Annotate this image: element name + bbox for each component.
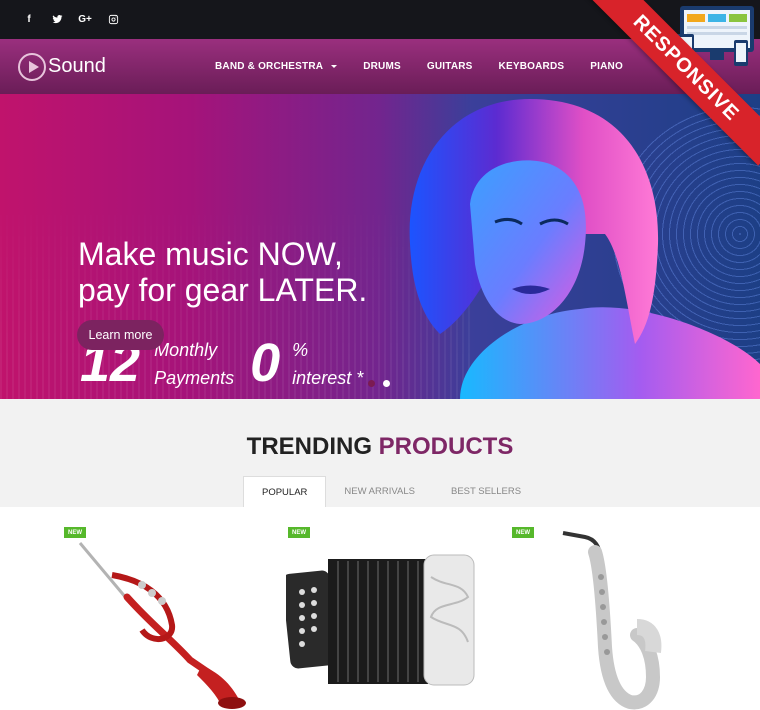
trending-section: TRENDING PRODUCTS POPULAR NEW ARRIVALS B… <box>0 399 760 507</box>
nav-item-keyboards[interactable]: KEYBOARDS <box>499 61 565 72</box>
stat-interest-label: % interest * <box>292 336 363 392</box>
twitter-icon[interactable] <box>50 13 64 27</box>
hero-title: Make music NOW, pay for gear LATER. <box>78 236 367 308</box>
stat-interest-number: 0 <box>250 333 281 393</box>
nav-item-label: KEYBOARDS <box>498 61 565 72</box>
nav-item-piano[interactable]: PIANO <box>590 61 623 72</box>
product-tabs: POPULAR NEW ARRIVALS BEST SELLERS <box>243 476 539 507</box>
nav-item-label: BAND & ORCHESTRA <box>215 61 324 72</box>
nav-item-drums[interactable]: DRUMS <box>363 61 401 72</box>
tab-new-arrivals[interactable]: NEW ARRIVALS <box>326 476 433 507</box>
nav-item-label: GUITARS <box>426 61 473 72</box>
hero-title-line-2: pay for gear LATER. <box>78 272 368 308</box>
stat-interest-line-1: % <box>292 340 309 360</box>
nav-item-label: PIANO <box>590 61 623 72</box>
slider-dot-1[interactable] <box>368 380 375 387</box>
page: f G+ Sound BAND & ORCHESTRA DRUMS GUITAR… <box>0 0 760 710</box>
trending-title-accent: PRODUCTS <box>378 433 514 460</box>
chevron-down-icon <box>331 65 338 68</box>
facebook-icon[interactable]: f <box>22 13 36 27</box>
stat-monthly-label: Monthly Payments <box>154 336 234 392</box>
brand-name: Sound <box>48 55 106 77</box>
slider-dots <box>368 380 390 387</box>
logo[interactable]: Sound <box>18 52 106 81</box>
instagram-icon[interactable] <box>106 13 120 27</box>
nav-item-label: DRUMS <box>363 61 401 72</box>
google-plus-icon[interactable]: G+ <box>78 13 92 27</box>
hero-slider: Make music NOW, pay for gear LATER. 12 M… <box>0 94 760 399</box>
stat-interest-line-2: interest * <box>292 368 364 388</box>
learn-more-button[interactable]: Learn more <box>77 320 164 350</box>
trending-title-main: TRENDING <box>246 433 372 460</box>
hero-model-image <box>409 99 760 399</box>
product-grid: NEW NEW NEW <box>0 507 760 710</box>
new-badge: NEW <box>288 527 310 538</box>
nav-menu: BAND & ORCHESTRA DRUMS GUITARS KEYBOARDS… <box>215 39 649 94</box>
tab-best-sellers[interactable]: BEST SELLERS <box>433 476 539 507</box>
trending-title: TRENDING PRODUCTS <box>0 433 760 461</box>
stat-monthly-line-1: Monthly <box>154 340 218 360</box>
saxophone-image[interactable] <box>555 527 665 710</box>
hero-title-line-1: Make music NOW, <box>78 236 343 272</box>
trumpet-image[interactable] <box>72 535 247 710</box>
new-badge: NEW <box>512 527 534 538</box>
tab-popular[interactable]: POPULAR <box>243 476 327 507</box>
stat-monthly-line-2: Payments <box>154 368 235 388</box>
accordion-image[interactable] <box>286 547 476 692</box>
play-circle-icon <box>18 52 46 81</box>
nav-item-band-orchestra[interactable]: BAND & ORCHESTRA <box>215 61 338 72</box>
slider-dot-2[interactable] <box>383 380 390 387</box>
nav-item-guitars[interactable]: GUITARS <box>427 61 473 72</box>
